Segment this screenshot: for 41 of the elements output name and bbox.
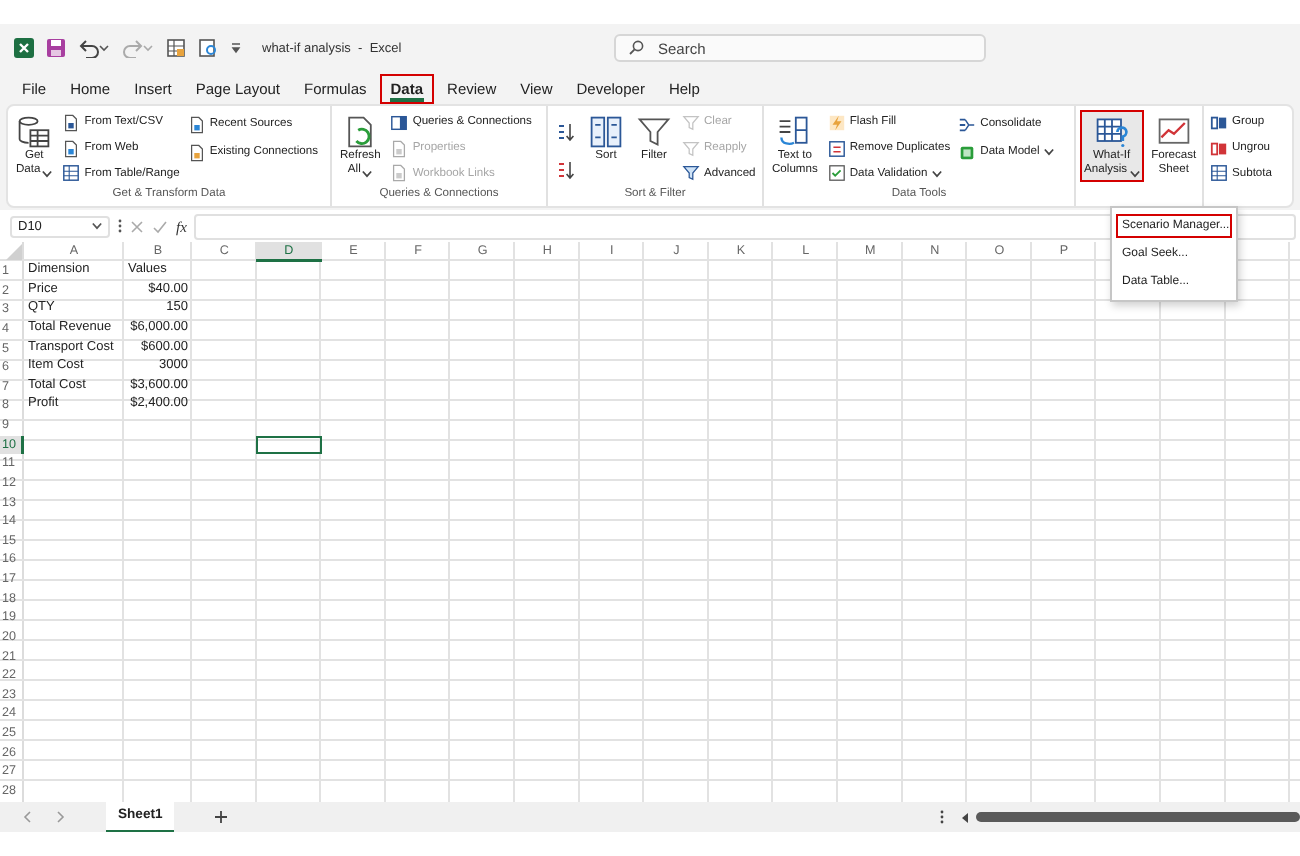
document-icon (390, 164, 409, 183)
chevron-icon (92, 222, 102, 230)
document-icon (187, 115, 206, 133)
active-cell[interactable] (256, 435, 322, 455)
search-icon (628, 40, 644, 56)
panel-icon (390, 113, 409, 132)
caret-icon (1129, 170, 1140, 178)
undo-icon[interactable] (78, 38, 110, 58)
text-to-columns-icon (776, 114, 813, 150)
merge-icon (958, 115, 977, 133)
ungroup-icon (1210, 139, 1228, 157)
table-question-icon (1093, 114, 1130, 150)
chart-icon (1155, 114, 1192, 150)
document-icon (62, 113, 81, 132)
group-icon (1210, 113, 1228, 132)
document-icon (390, 139, 409, 157)
lightning-icon (827, 113, 846, 132)
preview-icon[interactable] (198, 38, 218, 58)
spreadsheet-logo-icon (14, 38, 34, 58)
funnel-icon (636, 114, 672, 150)
table-icon (827, 139, 846, 157)
caret-icon (931, 169, 942, 178)
checklist-icon (827, 164, 846, 183)
save-icon[interactable] (46, 38, 66, 58)
table-icon (1210, 164, 1228, 183)
table-icon (62, 164, 81, 183)
database-icon (16, 114, 53, 150)
customize-icon[interactable] (230, 42, 242, 54)
sort-ascending-icon[interactable] (556, 122, 576, 142)
document-icon (187, 143, 206, 161)
form-icon[interactable] (166, 38, 186, 58)
cube-icon (958, 143, 977, 161)
document-icon (62, 139, 81, 157)
caret-icon (362, 170, 373, 178)
sort-icon (588, 114, 624, 150)
caret-icon (42, 170, 53, 178)
scrollbar-thumb[interactable] (976, 812, 1300, 822)
sort-descending-icon[interactable] (556, 160, 576, 180)
add-sheet-icon[interactable] (214, 810, 229, 824)
caret-icon (1043, 148, 1054, 156)
scroll-left-icon[interactable] (960, 811, 970, 823)
